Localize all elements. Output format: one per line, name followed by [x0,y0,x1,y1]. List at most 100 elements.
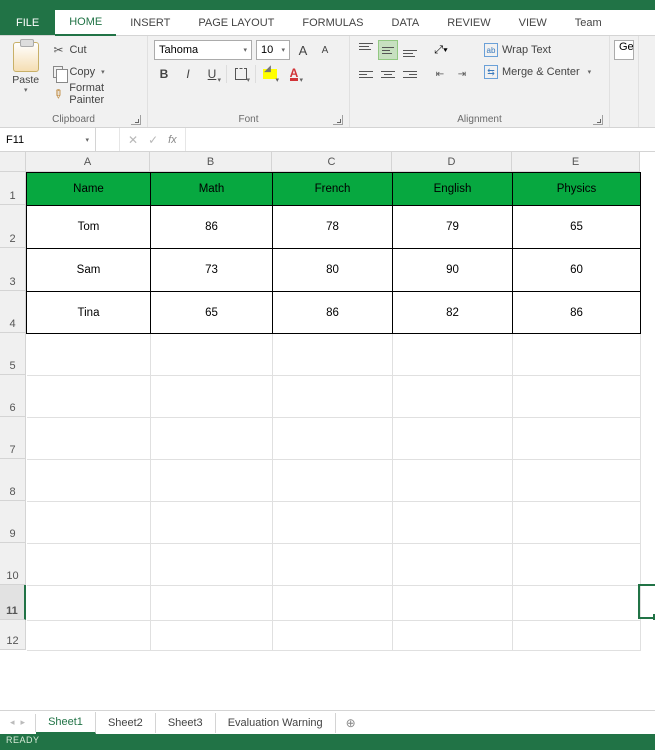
row-header[interactable]: 5 [0,333,26,375]
align-right-button[interactable] [400,64,420,84]
cell[interactable] [273,544,393,586]
cell[interactable]: French [273,173,393,206]
row-header[interactable]: 10 [0,543,26,585]
column-header[interactable]: B [150,152,272,172]
decrease-indent-button[interactable]: ⇤ [430,64,450,84]
tab-review[interactable]: REVIEW [433,10,504,35]
underline-button[interactable]: U [202,64,222,84]
cell[interactable] [513,418,641,460]
tab-home[interactable]: HOME [55,10,116,36]
row-header[interactable]: 2 [0,205,26,248]
cell[interactable] [273,586,393,621]
cell[interactable] [151,418,273,460]
cell[interactable] [393,621,513,651]
cell[interactable] [27,460,151,502]
borders-button[interactable] [231,64,251,84]
row-header[interactable]: 11 [0,585,26,620]
cell[interactable] [513,586,641,621]
font-name-combo[interactable]: Tahoma▾ [154,40,252,60]
cell[interactable] [513,621,641,651]
column-header[interactable]: D [392,152,512,172]
cell[interactable] [27,418,151,460]
cell[interactable] [27,334,151,376]
tab-file[interactable]: FILE [0,10,55,35]
align-center-button[interactable] [378,64,398,84]
cell[interactable]: 82 [393,292,513,334]
cell[interactable] [151,502,273,544]
format-painter-button[interactable]: Format Painter [51,84,141,104]
tab-data[interactable]: DATA [378,10,434,35]
cell[interactable]: 65 [513,206,641,249]
merge-center-button[interactable]: Merge & Center▾ [480,62,595,82]
cell[interactable] [273,621,393,651]
tab-view[interactable]: VIEW [505,10,561,35]
cell[interactable] [27,502,151,544]
cell[interactable] [393,334,513,376]
cell[interactable] [27,544,151,586]
cell[interactable] [273,502,393,544]
cell[interactable] [393,376,513,418]
align-bottom-button[interactable] [400,40,420,60]
cell[interactable]: Physics [513,173,641,206]
cell[interactable] [393,418,513,460]
cell[interactable] [393,460,513,502]
fill-color-button[interactable] [260,64,280,84]
cell[interactable] [151,544,273,586]
sheet-tab-sheet1[interactable]: Sheet1 [36,712,96,734]
cell[interactable] [273,334,393,376]
cell[interactable] [151,586,273,621]
cell[interactable] [27,376,151,418]
row-header[interactable]: 6 [0,375,26,417]
formula-input[interactable] [186,128,655,151]
cell[interactable] [151,460,273,502]
bold-button[interactable]: B [154,64,174,84]
number-format-combo[interactable]: Ge [614,40,634,60]
align-left-button[interactable] [356,64,376,84]
cell[interactable]: Math [151,173,273,206]
cell[interactable]: 73 [151,249,273,292]
row-header[interactable]: 12 [0,620,26,650]
cell[interactable] [513,502,641,544]
italic-button[interactable]: I [178,64,198,84]
cell[interactable] [513,334,641,376]
orientation-button[interactable]: ⤢▾ [430,40,452,60]
row-header[interactable]: 7 [0,417,26,459]
tab-insert[interactable]: INSERT [116,10,184,35]
add-sheet-button[interactable]: ⊕ [336,716,366,730]
cell[interactable] [151,334,273,376]
row-header[interactable]: 3 [0,248,26,291]
cell[interactable] [273,376,393,418]
cell[interactable]: Name [27,173,151,206]
tab-page-layout[interactable]: PAGE LAYOUT [184,10,288,35]
sheet-nav-next-icon[interactable]: ▸ [21,717,26,728]
cell[interactable]: English [393,173,513,206]
dialog-launcher-icon[interactable] [333,115,343,125]
select-all-corner[interactable] [0,152,26,172]
tab-team[interactable]: Team [561,10,616,35]
increase-font-button[interactable] [294,40,312,60]
decrease-font-button[interactable] [316,40,334,60]
cell[interactable]: Tom [27,206,151,249]
cell[interactable]: 86 [513,292,641,334]
cell[interactable] [273,460,393,502]
row-header[interactable]: 1 [0,172,26,205]
cell[interactable]: 65 [151,292,273,334]
increase-indent-button[interactable]: ⇥ [452,64,472,84]
cell[interactable] [513,460,641,502]
cell[interactable] [393,502,513,544]
cell[interactable] [151,376,273,418]
cell[interactable]: 90 [393,249,513,292]
cell[interactable]: 80 [273,249,393,292]
cell[interactable] [27,586,151,621]
cell[interactable]: Sam [27,249,151,292]
cell[interactable]: 86 [273,292,393,334]
enter-formula-icon[interactable]: ✓ [148,133,158,147]
copy-button[interactable]: Copy▾ [51,62,141,82]
tab-formulas[interactable]: FORMULAS [288,10,377,35]
cell[interactable] [513,544,641,586]
cell[interactable] [151,621,273,651]
column-header[interactable]: E [512,152,640,172]
paste-button[interactable]: Paste ▾ [6,40,45,104]
cell[interactable]: 60 [513,249,641,292]
cell[interactable]: 86 [151,206,273,249]
